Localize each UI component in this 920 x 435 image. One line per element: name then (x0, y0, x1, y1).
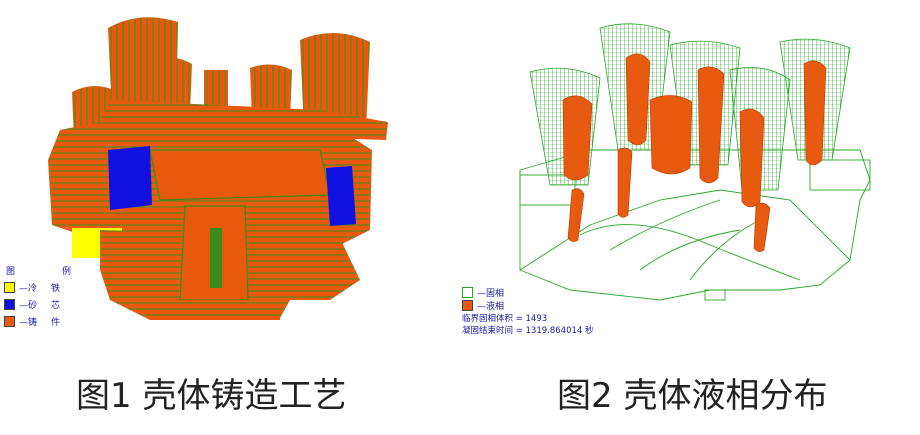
sand-core-right (326, 166, 356, 226)
critical-solid-volume-text: 临界固相体积 = 1493 (462, 314, 548, 324)
legend-title-left: 图 (6, 267, 16, 277)
liquid-swatch-icon (462, 300, 473, 311)
solidification-time-text: 凝固结束时间 = 1319.864014 秒 (462, 326, 594, 336)
legend-item-chill: —冷 铁 (4, 281, 60, 294)
figure2-caption: 图2 壳体液相分布 (557, 376, 828, 416)
legend-item-core: —砂 芯 (4, 298, 60, 311)
legend-item-solid: —固相 (462, 286, 504, 299)
casting-process-illustration (48, 17, 388, 320)
casting-swatch-icon (4, 316, 15, 327)
figure1-panel: 图 例 —冷 铁 —砂 芯 —铸 件 (0, 0, 460, 360)
figure2-panel: —固相 —液相 临界固相体积 = 1493 凝固结束时间 = 1319.8640… (460, 0, 920, 360)
legend-title-right: 例 (62, 267, 72, 277)
liquid-phase-illustration (519, 23, 871, 301)
chill-swatch-icon (4, 282, 15, 293)
core-swatch-icon (4, 299, 15, 310)
legend-item-liquid: —液相 (462, 299, 504, 312)
sand-core-left (108, 146, 152, 210)
solid-swatch-icon (462, 287, 473, 298)
figure1-caption: 图1 壳体铸造工艺 (76, 376, 347, 416)
legend-item-casting: —铸 件 (4, 315, 60, 328)
